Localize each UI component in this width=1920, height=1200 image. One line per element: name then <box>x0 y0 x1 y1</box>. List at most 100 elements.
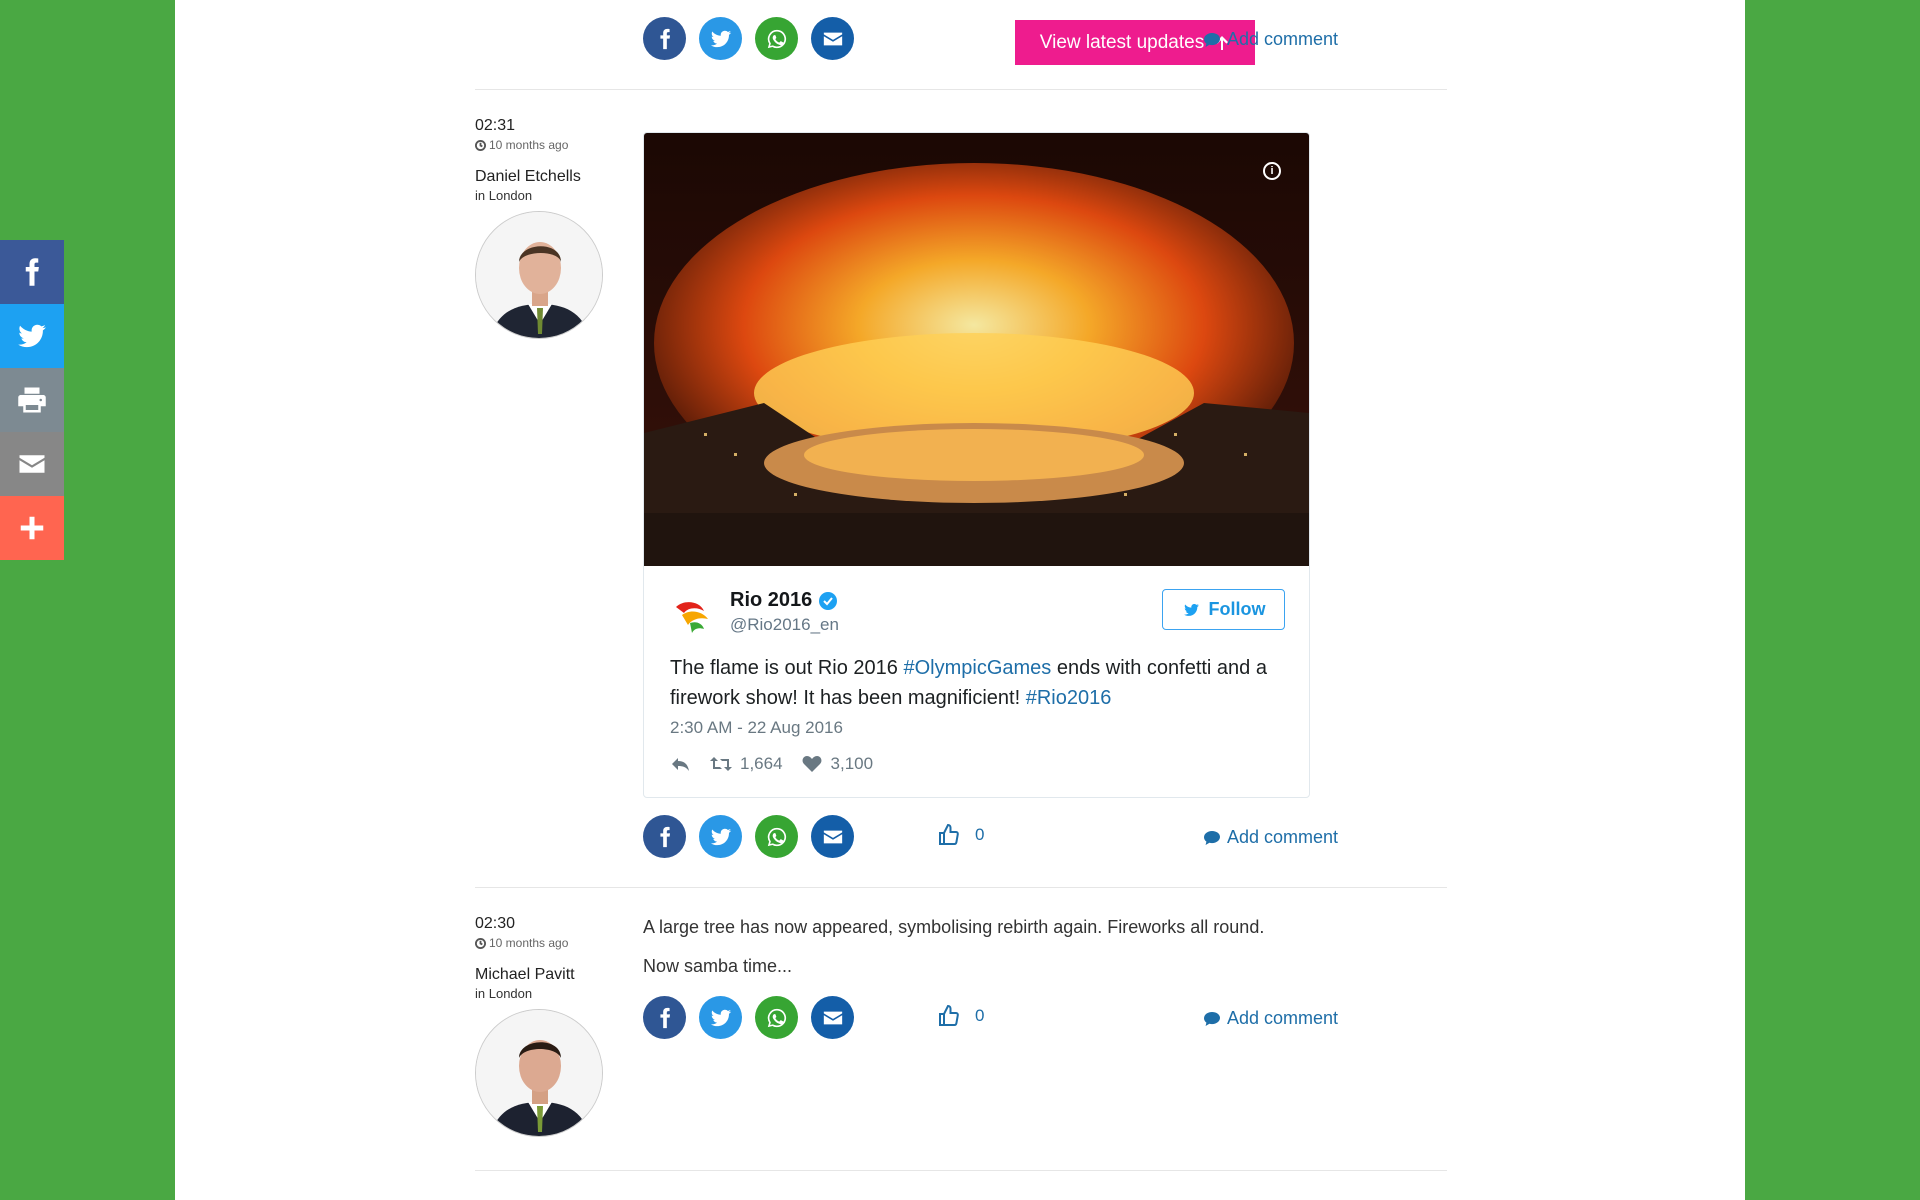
float-email-button[interactable] <box>0 432 64 496</box>
stadium-fireworks-image <box>644 133 1309 566</box>
page-container: View latest updates Add comment 02:31 10… <box>175 0 1745 1200</box>
tweet-like-button[interactable]: 3,100 <box>801 754 874 774</box>
share-facebook-button[interactable] <box>643 815 686 858</box>
post-location: in London <box>475 986 533 1001</box>
heart-icon <box>802 756 821 772</box>
add-comment-link[interactable]: Add comment <box>1203 1008 1338 1029</box>
share-whatsapp-button[interactable] <box>755 996 798 1039</box>
author-avatar <box>475 1009 603 1137</box>
whatsapp-icon <box>767 29 786 48</box>
post-ago: 10 months ago <box>475 936 610 950</box>
retweet-count: 1,664 <box>740 754 783 773</box>
float-more-button[interactable] <box>0 496 64 560</box>
verified-icon <box>819 591 838 610</box>
tweet-follow-button[interactable]: Follow <box>1162 589 1285 630</box>
post-divider <box>475 89 1447 90</box>
add-comment-link[interactable]: Add comment <box>1203 29 1338 50</box>
clock-icon <box>475 937 486 949</box>
post-author[interactable]: Daniel Etchells <box>475 168 610 186</box>
share-email-button[interactable] <box>811 815 854 858</box>
email-icon <box>19 455 45 473</box>
post-divider <box>475 1170 1447 1171</box>
avatar-image <box>476 212 602 338</box>
plus-icon <box>20 516 44 540</box>
thumbs-up-icon <box>939 823 959 845</box>
post-time: 02:30 <box>475 915 516 932</box>
float-twitter-button[interactable] <box>0 304 64 368</box>
tweet-hashtag-rio2016[interactable]: #Rio2016 <box>1026 687 1112 709</box>
post-meta: 02:31 10 months ago Daniel Etchells in L… <box>475 117 610 339</box>
comment-icon <box>1204 32 1220 47</box>
twitter-icon <box>1183 603 1199 616</box>
twitter-icon <box>710 1009 731 1026</box>
tweet-follow-label: Follow <box>1208 599 1266 619</box>
post-ago-label: 10 months ago <box>489 138 569 152</box>
share-twitter-button[interactable] <box>699 17 742 60</box>
whatsapp-icon <box>767 827 786 846</box>
post-ago: 10 months ago <box>475 138 610 152</box>
email-icon <box>823 830 842 843</box>
tweet-account-handle[interactable]: @Rio2016_en <box>730 615 839 635</box>
facebook-icon <box>659 826 670 847</box>
share-twitter-button[interactable] <box>699 815 742 858</box>
tweet-actions: 1,664 3,100 <box>670 754 873 774</box>
share-email-button[interactable] <box>811 17 854 60</box>
tweet-retweet-button[interactable]: 1,664 <box>710 754 783 774</box>
add-comment-link[interactable]: Add comment <box>1203 827 1338 848</box>
like-count: 0 <box>975 1006 985 1025</box>
tweet-image[interactable]: i <box>644 133 1309 566</box>
post-time: 02:31 <box>475 117 516 134</box>
post-meta: 02:30 10 months ago Michael Pavitt in Lo… <box>475 915 610 1137</box>
like-button[interactable]: 0 <box>937 1004 984 1028</box>
tweet-date[interactable]: 2:30 AM - 22 Aug 2016 <box>670 718 843 738</box>
share-email-button[interactable] <box>811 996 854 1039</box>
add-comment-label: Add comment <box>1227 29 1339 49</box>
facebook-icon <box>659 28 670 49</box>
float-print-button[interactable] <box>0 368 64 432</box>
tweet-reply-button[interactable] <box>670 755 692 773</box>
rio2016-logo-icon <box>676 602 708 633</box>
email-icon <box>823 32 842 45</box>
tweet-like-count: 3,100 <box>830 754 874 773</box>
whatsapp-icon <box>767 1008 786 1027</box>
comment-icon <box>1204 830 1220 845</box>
post-location: in London <box>475 188 533 203</box>
post-author[interactable]: Michael Pavitt <box>475 966 610 984</box>
floating-share-bar <box>0 240 64 560</box>
facebook-icon <box>25 258 39 286</box>
share-facebook-button[interactable] <box>643 17 686 60</box>
tweet-text-part-1: The flame is out Rio 2016 <box>670 657 904 679</box>
share-row-post-1 <box>643 815 854 858</box>
post-paragraph: Now samba time... <box>643 956 793 976</box>
facebook-icon <box>659 1007 670 1028</box>
retweet-icon <box>710 757 732 771</box>
like-count: 0 <box>975 825 985 844</box>
tweet-account-name-label: Rio 2016 <box>730 589 813 611</box>
float-facebook-button[interactable] <box>0 240 64 304</box>
add-comment-label: Add comment <box>1227 827 1339 847</box>
share-twitter-button[interactable] <box>699 996 742 1039</box>
tweet-account-name[interactable]: Rio 2016 <box>730 589 838 612</box>
post-ago-label: 10 months ago <box>489 936 569 950</box>
avatar-image <box>476 1010 602 1136</box>
print-icon <box>18 387 46 413</box>
share-facebook-button[interactable] <box>643 996 686 1039</box>
email-icon <box>823 1011 842 1024</box>
tweet-header: Rio 2016 @Rio2016_en Follow <box>670 583 1285 643</box>
twitter-icon <box>18 324 46 348</box>
add-comment-label: Add comment <box>1227 1008 1339 1028</box>
reply-icon <box>672 758 689 771</box>
comment-icon <box>1204 1011 1220 1026</box>
embedded-tweet[interactable]: i Rio 2016 @Rio2016_en Follow The flame … <box>643 132 1310 798</box>
tweet-hashtag-olympicgames[interactable]: #OlympicGames <box>903 657 1051 679</box>
like-button[interactable]: 0 <box>937 823 984 847</box>
share-whatsapp-button[interactable] <box>755 815 798 858</box>
twitter-icon <box>710 30 731 47</box>
share-whatsapp-button[interactable] <box>755 17 798 60</box>
clock-icon <box>475 139 486 151</box>
thumbs-up-icon <box>939 1004 959 1026</box>
tweet-text: The flame is out Rio 2016 #OlympicGames … <box>670 653 1270 713</box>
info-icon[interactable]: i <box>1263 162 1281 180</box>
share-row-top <box>643 17 854 60</box>
post-divider <box>475 887 1447 888</box>
